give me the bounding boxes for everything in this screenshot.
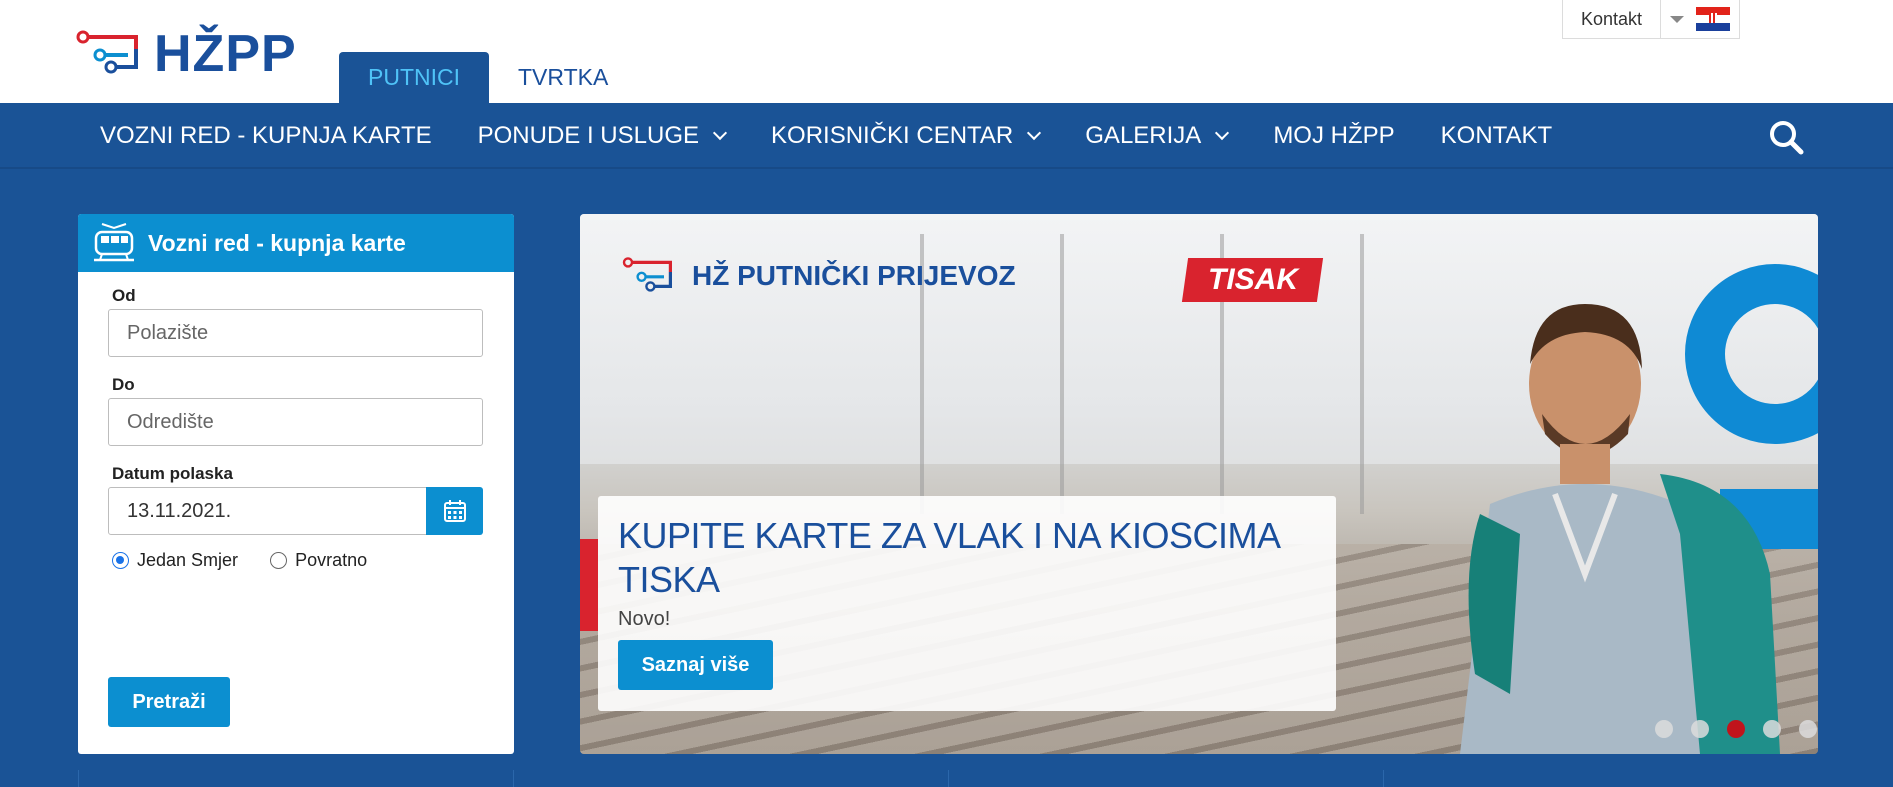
segment-tabs: PUTNICI TVRTKA	[339, 52, 637, 103]
chevron-down-icon	[1027, 125, 1042, 141]
booking-panel-title: Vozni red - kupnja karte	[148, 229, 406, 256]
booking-panel: Vozni red - kupnja karte Od Do Datum pol…	[78, 214, 514, 754]
hzpp-logo[interactable]: HŽPP	[76, 26, 297, 82]
contact-link[interactable]: Kontakt	[1563, 0, 1662, 38]
train-icon	[94, 223, 134, 262]
chevron-down-icon	[1215, 125, 1230, 141]
caption-accent	[580, 539, 598, 631]
date-label: Datum polaska	[112, 464, 233, 483]
main-nav: VOZNI RED - KUPNJA KARTE PONUDE I USLUGE…	[0, 103, 1893, 169]
slide-dot-2[interactable]	[1691, 720, 1709, 738]
slide-subtitle: Novo!	[618, 608, 671, 630]
croatia-flag-icon	[1696, 7, 1731, 31]
learn-more-button[interactable]: Saznaj više	[618, 640, 773, 690]
top-header: HŽPP PUTNICI TVRTKA Kontakt	[0, 0, 1893, 103]
hero-slider[interactable]: HŽ PUTNIČKI PRIJEVOZ TISAK KUPITE KARTE …	[580, 214, 1818, 754]
catenary-pole	[1060, 234, 1064, 514]
hz-brand-text: HŽ PUTNIČKI PRIJEVOZ	[692, 260, 1016, 291]
card-edge	[513, 770, 948, 787]
language-selector[interactable]	[1661, 0, 1739, 38]
radio-one-way-label: Jedan Smjer	[137, 550, 239, 570]
nav-label: KONTAKT	[1440, 122, 1553, 149]
slide-dot-1[interactable]	[1655, 720, 1673, 738]
catenary-pole	[1360, 234, 1364, 514]
logo-text: HŽPP	[154, 25, 297, 83]
slider-pagination	[1655, 720, 1817, 738]
nav-moj-hzpp[interactable]: MOJ HŽPP	[1250, 122, 1417, 150]
slide-dot-4[interactable]	[1763, 720, 1781, 738]
bottom-cards-edge	[78, 770, 1818, 787]
nav-label: MOJ HŽPP	[1273, 122, 1395, 149]
nav-galerija[interactable]: GALERIJA	[1062, 122, 1250, 150]
tab-putnici[interactable]: PUTNICI	[339, 52, 489, 103]
nav-korisnicki-centar[interactable]: KORISNIČKI CENTAR	[748, 122, 1062, 150]
search-icon[interactable]	[1768, 119, 1804, 155]
search-submit-button[interactable]: Pretraži	[108, 677, 230, 727]
slide-dot-3-active[interactable]	[1727, 720, 1745, 738]
radio-one-way[interactable]: Jedan Smjer	[112, 550, 238, 571]
radio-unchecked-icon[interactable]	[270, 552, 288, 569]
slide-headline: KUPITE KARTE ZA VLAK I NA KIOSCIMA TISKA	[618, 515, 1279, 600]
nav-kontakt[interactable]: KONTAKT	[1418, 122, 1576, 150]
to-label: Do	[112, 375, 135, 394]
caret-down-icon	[1670, 15, 1685, 23]
nav-ponude-i-usluge[interactable]: PONUDE I USLUGE	[455, 122, 748, 150]
card-edge	[78, 770, 513, 787]
from-label: Od	[112, 286, 136, 305]
hz-brand-logo: HŽ PUTNIČKI PRIJEVOZ	[622, 256, 1016, 296]
utility-bar: Kontakt	[1562, 0, 1741, 39]
nav-vozni-red[interactable]: VOZNI RED - KUPNJA KARTE	[77, 122, 455, 150]
traveler-photo	[1460, 304, 1780, 754]
trip-type-group: Jedan Smjer Povratno	[112, 550, 367, 571]
nav-label: VOZNI RED - KUPNJA KARTE	[100, 122, 432, 149]
calendar-button[interactable]	[426, 487, 483, 535]
calendar-icon	[443, 500, 466, 522]
card-edge	[948, 770, 1383, 787]
card-edge	[1383, 770, 1818, 787]
slide-dot-5[interactable]	[1799, 720, 1817, 738]
rail-logo-icon	[622, 257, 672, 292]
from-input[interactable]	[108, 309, 483, 357]
date-input[interactable]	[108, 487, 427, 535]
to-input[interactable]	[108, 398, 483, 446]
nav-label: KORISNIČKI CENTAR	[771, 122, 1014, 149]
radio-checked-icon[interactable]	[112, 552, 129, 569]
slide-caption: KUPITE KARTE ZA VLAK I NA KIOSCIMA TISKA…	[598, 496, 1336, 711]
tisak-logo-text: TISAK	[1207, 263, 1298, 296]
rail-logo-icon	[76, 30, 138, 74]
tisak-logo: TISAK	[1181, 258, 1324, 302]
nav-label: GALERIJA	[1085, 122, 1202, 149]
radio-return[interactable]: Povratno	[270, 550, 367, 571]
radio-return-label: Povratno	[295, 550, 368, 570]
nav-label: PONUDE I USLUGE	[477, 122, 700, 149]
booking-panel-header: Vozni red - kupnja karte	[78, 214, 514, 272]
chevron-down-icon	[712, 125, 728, 141]
tab-tvrtka[interactable]: TVRTKA	[489, 52, 637, 103]
